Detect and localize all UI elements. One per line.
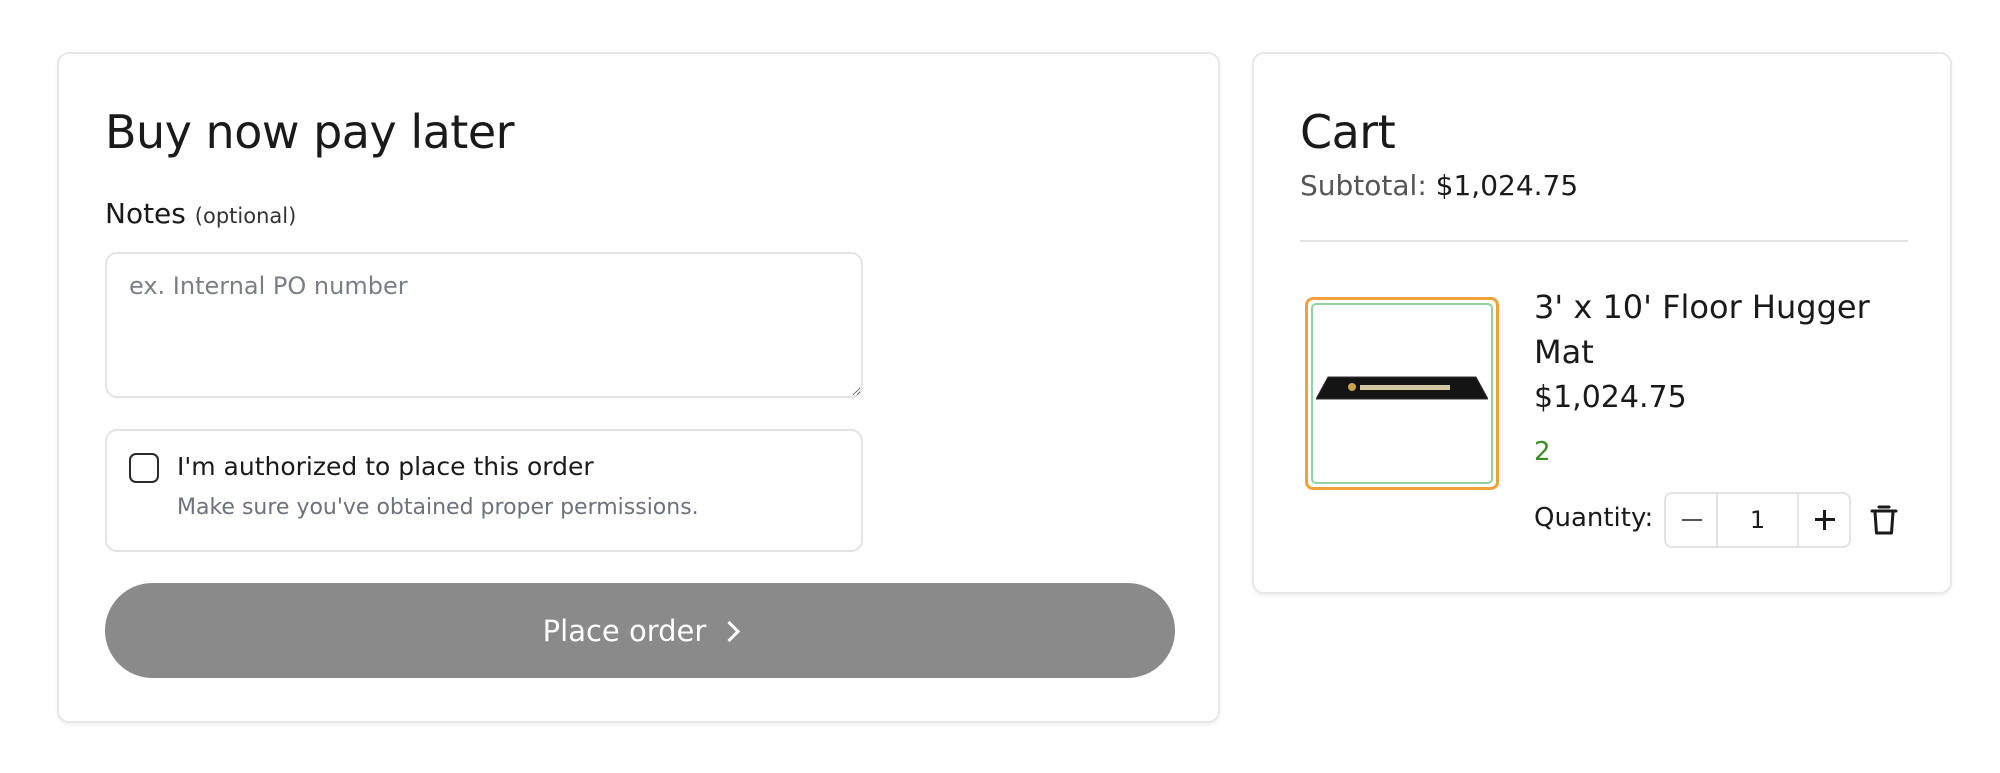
subtotal-value: $1,024.75	[1435, 169, 1579, 202]
product-price: $1,024.75	[1534, 380, 1687, 415]
notes-optional-text: (optional)	[194, 204, 297, 228]
quantity-stepper	[1664, 492, 1851, 548]
cart-title: Cart	[1300, 105, 1396, 159]
product-thumbnail[interactable]	[1305, 297, 1499, 490]
quantity-input[interactable]	[1718, 494, 1797, 546]
chevron-right-icon	[719, 620, 741, 643]
subtotal-label: Subtotal:	[1300, 169, 1427, 202]
authorization-box[interactable]: I'm authorized to place this order Make …	[105, 429, 863, 552]
trash-icon[interactable]	[1869, 504, 1899, 536]
product-badge: 2	[1534, 437, 1551, 467]
authorization-checkbox[interactable]	[129, 453, 159, 483]
place-order-label: Place order	[542, 613, 707, 648]
cart-card: Cart Subtotal: $1,024.75 3' x 10' Floor …	[1252, 52, 1952, 594]
notes-label: Notes (optional)	[105, 194, 296, 236]
authorization-label: I'm authorized to place this order	[177, 452, 594, 481]
place-order-button[interactable]: Place order	[105, 583, 1175, 678]
floor-mat-image	[1316, 376, 1488, 400]
cart-subtotal: Subtotal: $1,024.75	[1300, 166, 1578, 206]
notes-label-text: Notes	[105, 197, 186, 230]
decrease-quantity-button[interactable]	[1666, 494, 1718, 546]
authorization-hint: Make sure you've obtained proper permiss…	[177, 495, 699, 520]
quantity-label: Quantity:	[1534, 503, 1654, 533]
page-title: Buy now pay later	[105, 105, 515, 159]
payment-card: Buy now pay later Notes (optional) I'm a…	[57, 52, 1220, 723]
increase-quantity-button[interactable]	[1797, 494, 1849, 546]
notes-textarea[interactable]	[105, 252, 863, 398]
product-name[interactable]: 3' x 10' Floor Hugger Mat	[1534, 285, 1894, 375]
minus-icon	[1682, 519, 1702, 521]
cart-divider	[1300, 240, 1908, 242]
